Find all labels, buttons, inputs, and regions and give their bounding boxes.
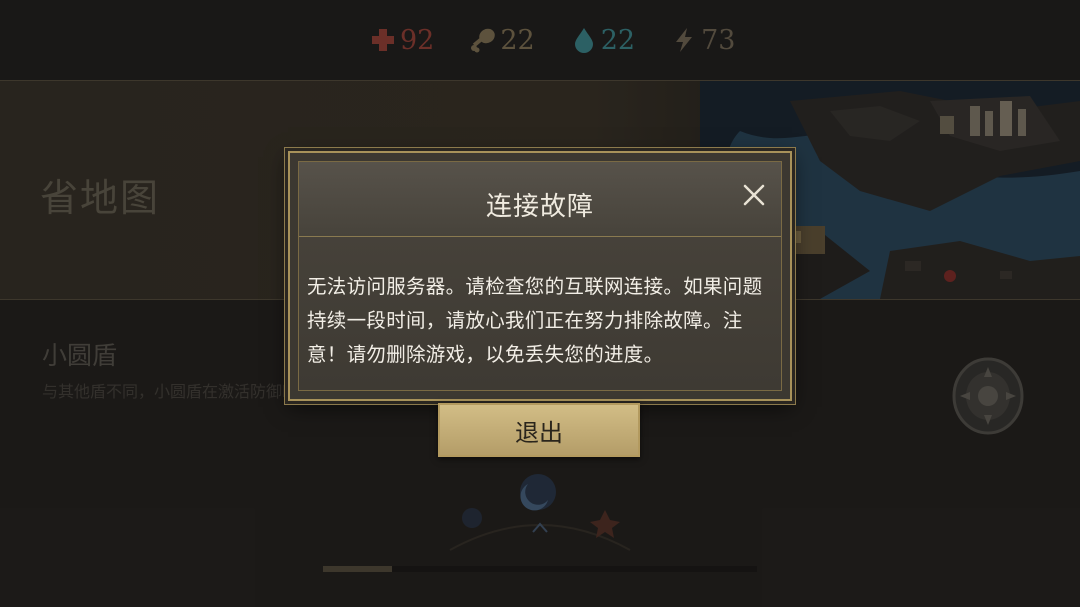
connection-error-dialog: 连接故障 无法访问服务器。请检查您的互联网连接。如果问题持续一段时间，请放心我们…: [288, 151, 792, 401]
dialog-title: 连接故障: [485, 192, 594, 222]
dialog-message: 无法访问服务器。请检查您的互联网连接。如果问题持续一段时间，请放心我们正在努力排…: [307, 275, 763, 366]
close-icon[interactable]: [741, 182, 767, 208]
dialog-panel: 连接故障 无法访问服务器。请检查您的互联网连接。如果问题持续一段时间，请放心我们…: [298, 161, 782, 391]
exit-button[interactable]: 退出: [438, 403, 640, 457]
dialog-header: 连接故障: [299, 162, 781, 237]
